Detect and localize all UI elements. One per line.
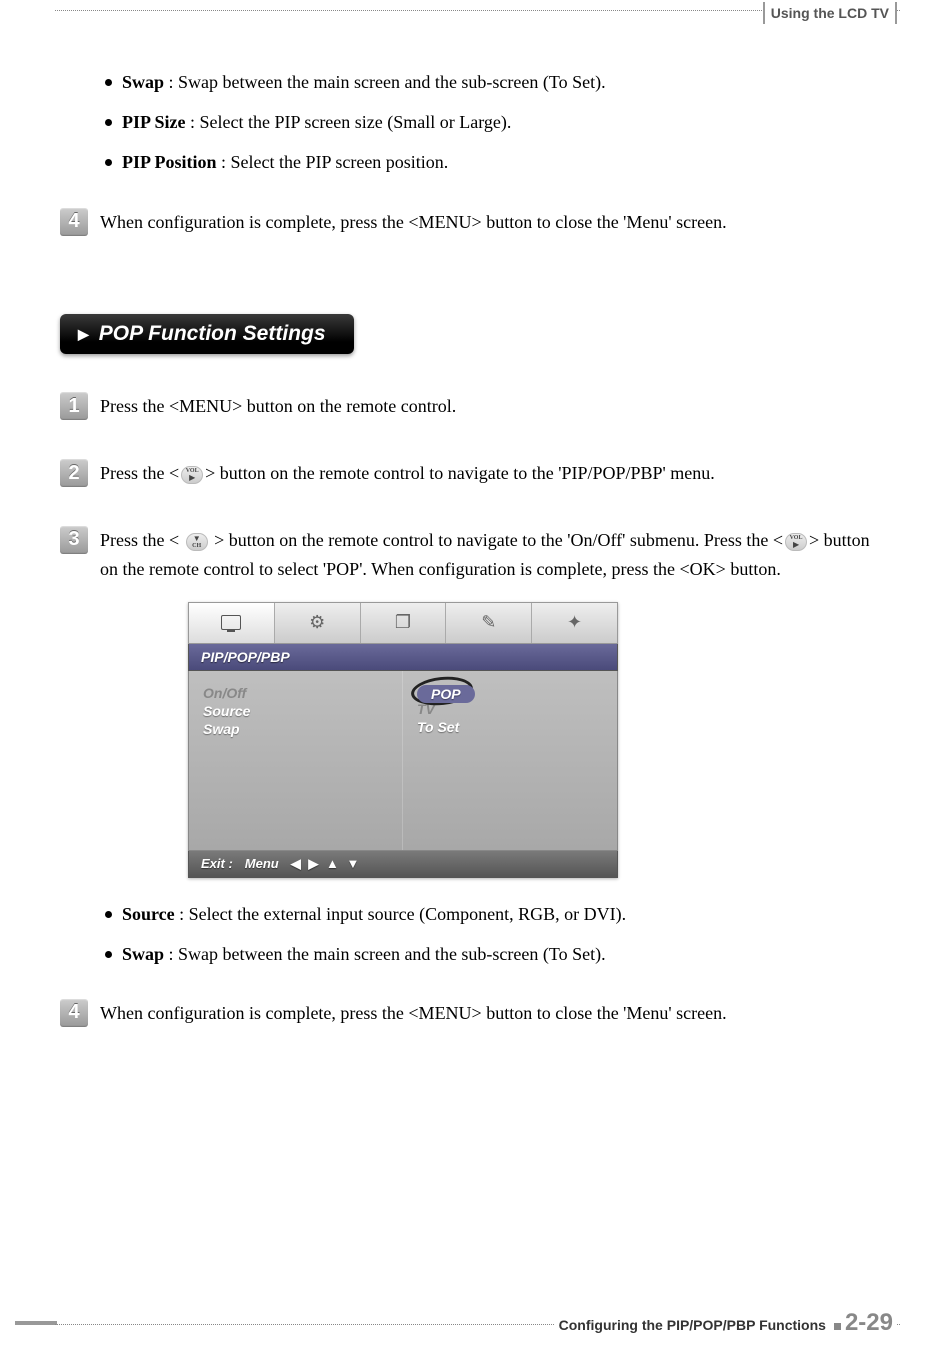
- step-3: 3 Press the < ▼CH > button on the remote…: [60, 526, 875, 584]
- bullet-icon: [105, 911, 112, 918]
- bullet-icon: [105, 119, 112, 126]
- osd-menu-label: Menu: [245, 856, 279, 871]
- osd-nav-arrows-icon: ◀ ▶ ▲ ▼: [291, 856, 362, 872]
- osd-tab-pip-icon: ❐: [361, 603, 447, 643]
- osd-body: On/Off Source Swap POP TV To Set: [188, 671, 618, 851]
- step-number-badge: 3: [60, 526, 88, 554]
- bottom-bullet-list: Source : Select the external input sourc…: [105, 902, 875, 967]
- page-footer: Configuring the PIP/POP/PBP Functions 2-…: [555, 1309, 897, 1337]
- bullet-term: Swap: [122, 72, 164, 92]
- step-4-top: 4 When configuration is complete, press …: [60, 208, 875, 237]
- ch-down-icon: ▼CH: [186, 533, 208, 551]
- bullet-desc: : Select the PIP screen size (Small or L…: [186, 112, 512, 132]
- top-bullet-list: Swap : Swap between the main screen and …: [105, 70, 875, 176]
- step-text: When configuration is complete, press th…: [100, 208, 875, 237]
- osd-tab-settings-icon: ✦: [532, 603, 617, 643]
- osd-tab-tools-icon: ✎: [446, 603, 532, 643]
- osd-menu-figure: ⚙ ❐ ✎ ✦ PIP/POP/PBP On/Off Source Swap P…: [188, 602, 618, 878]
- osd-tab-bar: ⚙ ❐ ✎ ✦: [188, 602, 618, 644]
- osd-row-label: Swap: [203, 721, 388, 737]
- osd-row-label: On/Off: [203, 685, 388, 701]
- vol-right-icon: VOL▶: [181, 466, 203, 484]
- osd-row-label: Source: [203, 703, 388, 719]
- footer-square-icon: [834, 1323, 841, 1330]
- list-item: PIP Position : Select the PIP screen pos…: [105, 150, 875, 175]
- step-text: Press the < ▼CH > button on the remote c…: [100, 526, 875, 584]
- footer-left-rule: [15, 1321, 57, 1325]
- bullet-desc: : Swap between the main screen and the s…: [164, 944, 606, 964]
- step-text: Press the <VOL▶> button on the remote co…: [100, 459, 875, 488]
- bullet-term: Swap: [122, 944, 164, 964]
- list-item: Swap : Swap between the main screen and …: [105, 942, 875, 967]
- bullet-desc: : Swap between the main screen and the s…: [164, 72, 606, 92]
- osd-exit-label: Exit :: [201, 856, 233, 871]
- section-title: POP Function Settings: [99, 322, 326, 346]
- vol-right-icon: VOL▶: [785, 533, 807, 551]
- step-text: When configuration is complete, press th…: [100, 999, 875, 1028]
- banner-arrow-icon: ▶: [78, 326, 89, 343]
- bullet-term: PIP Size: [122, 112, 186, 132]
- list-item: Source : Select the external input sourc…: [105, 902, 875, 927]
- bullet-desc: : Select the external input source (Comp…: [175, 904, 626, 924]
- step-text: Press the <MENU> button on the remote co…: [100, 392, 875, 421]
- step-number-badge: 4: [60, 208, 88, 236]
- osd-row-value: TV: [417, 701, 603, 717]
- list-item: PIP Size : Select the PIP screen size (S…: [105, 110, 875, 135]
- bullet-term: PIP Position: [122, 152, 217, 172]
- osd-tab-tv-icon: [189, 603, 275, 643]
- footer-section-title: Configuring the PIP/POP/PBP Functions: [559, 1317, 826, 1333]
- osd-tab-sliders-icon: ⚙: [275, 603, 361, 643]
- bullet-icon: [105, 159, 112, 166]
- section-heading-banner: ▶ POP Function Settings: [60, 314, 354, 354]
- bullet-term: Source: [122, 904, 175, 924]
- header-section-tag: Using the LCD TV: [763, 2, 897, 24]
- step-1: 1 Press the <MENU> button on the remote …: [60, 392, 875, 421]
- bullet-desc: : Select the PIP screen position.: [217, 152, 449, 172]
- bullet-icon: [105, 951, 112, 958]
- osd-row-value: To Set: [417, 719, 603, 735]
- step-number-badge: 1: [60, 392, 88, 420]
- step-4-bottom: 4 When configuration is complete, press …: [60, 999, 875, 1028]
- page-number: 2-29: [845, 1309, 893, 1337]
- osd-title-bar: PIP/POP/PBP: [188, 644, 618, 671]
- step-number-badge: 2: [60, 459, 88, 487]
- step-2: 2 Press the <VOL▶> button on the remote …: [60, 459, 875, 488]
- step-number-badge: 4: [60, 999, 88, 1027]
- list-item: Swap : Swap between the main screen and …: [105, 70, 875, 95]
- bullet-icon: [105, 79, 112, 86]
- osd-footer: Exit : Menu ◀ ▶ ▲ ▼: [188, 851, 618, 878]
